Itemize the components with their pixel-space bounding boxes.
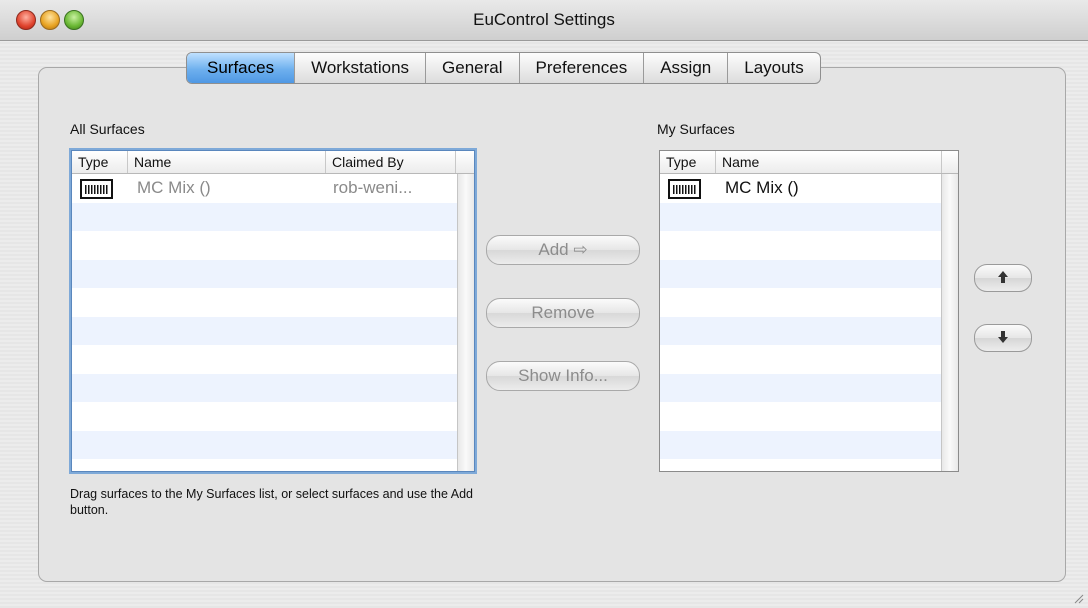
table-row xyxy=(660,259,942,288)
table-row[interactable]: MC Mix () xyxy=(660,174,942,203)
all-surfaces-scrollbar[interactable] xyxy=(457,174,474,471)
column-header-name[interactable]: Name xyxy=(128,151,326,173)
hint-text: Drag surfaces to the My Surfaces list, o… xyxy=(70,487,473,517)
surface-icon xyxy=(668,179,701,199)
table-row xyxy=(660,202,942,231)
column-header-type[interactable]: Type xyxy=(660,151,716,173)
column-header-claimed-by[interactable]: Claimed By xyxy=(326,151,456,173)
table-row xyxy=(72,345,458,374)
add-button[interactable]: Add ⇨ xyxy=(486,235,640,265)
table-row xyxy=(660,316,942,345)
table-row xyxy=(660,231,942,260)
my-surfaces-rows: MC Mix () xyxy=(660,174,942,471)
tab-bar: Surfaces Workstations General Preference… xyxy=(186,52,821,84)
tab-workstations[interactable]: Workstations xyxy=(295,53,427,83)
remove-button[interactable]: Remove xyxy=(486,298,640,328)
table-row xyxy=(72,231,458,260)
all-surfaces-list[interactable]: Type Name Claimed By MC Mix () rob-weni.… xyxy=(71,150,475,472)
tab-preferences[interactable]: Preferences xyxy=(520,53,645,83)
table-row xyxy=(72,316,458,345)
table-row xyxy=(72,288,458,317)
my-surfaces-list[interactable]: Type Name MC Mix () xyxy=(659,150,959,472)
surface-icon xyxy=(80,179,113,199)
tab-surfaces[interactable]: Surfaces xyxy=(187,53,296,83)
arrow-up-icon xyxy=(998,271,1008,283)
table-row[interactable]: MC Mix () rob-weni... xyxy=(72,174,458,203)
column-header-type[interactable]: Type xyxy=(72,151,128,173)
tab-general[interactable]: General xyxy=(426,53,520,83)
surface-name: MC Mix () xyxy=(137,178,211,197)
my-surfaces-header: Type Name xyxy=(660,151,958,174)
table-row xyxy=(660,288,942,317)
table-row xyxy=(660,430,942,459)
tab-assign[interactable]: Assign xyxy=(644,53,729,83)
table-row xyxy=(72,430,458,459)
tab-layouts[interactable]: Layouts xyxy=(728,53,820,83)
surface-name: MC Mix () xyxy=(725,178,799,197)
my-surfaces-label: My Surfaces xyxy=(657,121,735,137)
table-row xyxy=(72,259,458,288)
all-surfaces-rows: MC Mix () rob-weni... xyxy=(72,174,458,471)
table-row xyxy=(660,345,942,374)
table-row xyxy=(72,373,458,402)
show-info-button[interactable]: Show Info... xyxy=(486,361,640,391)
all-surfaces-header: Type Name Claimed By xyxy=(72,151,474,174)
all-surfaces-label: All Surfaces xyxy=(70,121,145,137)
move-up-button[interactable] xyxy=(974,264,1032,292)
table-row xyxy=(660,373,942,402)
window-title: EuControl Settings xyxy=(473,10,615,29)
surface-claimed-by: rob-weni... xyxy=(333,178,413,197)
table-row xyxy=(72,402,458,431)
table-row xyxy=(660,402,942,431)
settings-window: EuControl Settings Surfaces Workstations… xyxy=(0,0,1088,608)
table-row xyxy=(72,202,458,231)
arrow-down-icon xyxy=(998,331,1008,343)
title-bar[interactable]: EuControl Settings xyxy=(0,0,1088,41)
my-surfaces-scrollbar[interactable] xyxy=(941,174,958,471)
move-down-button[interactable] xyxy=(974,324,1032,352)
column-header-name[interactable]: Name xyxy=(716,151,942,173)
resize-grip-icon[interactable] xyxy=(1072,592,1084,604)
